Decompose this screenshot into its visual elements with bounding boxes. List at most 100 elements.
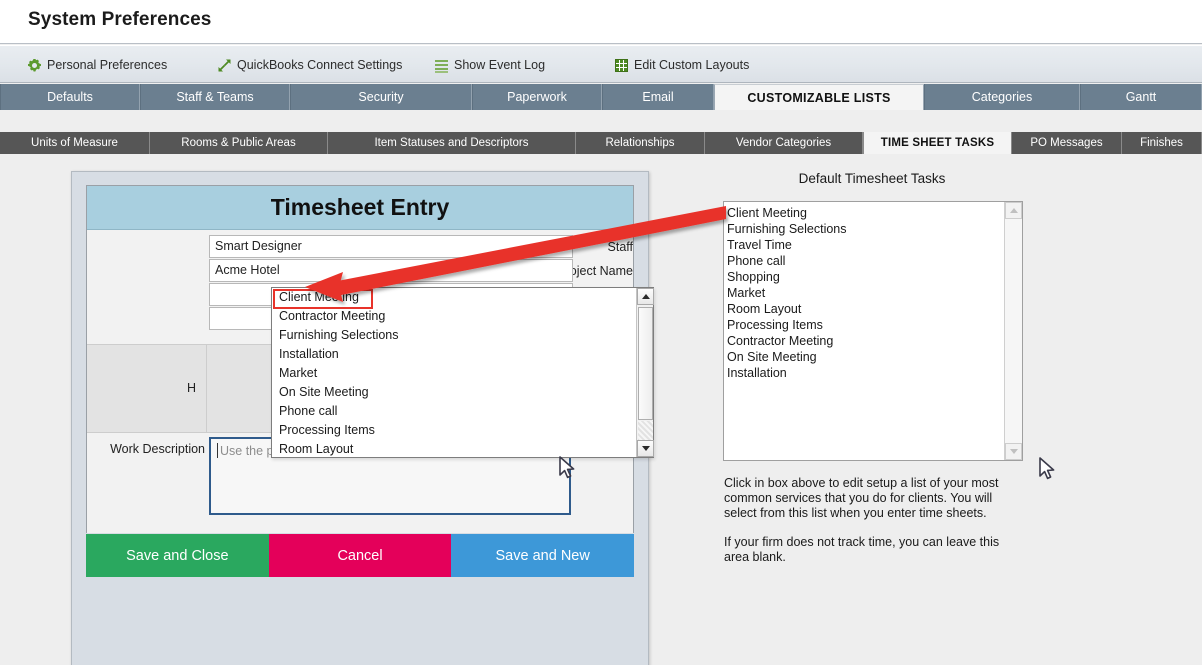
secondary-tab-strip: Units of Measure Rooms & Public Areas It… [0,132,1202,154]
dropdown-option[interactable]: Installation [272,345,636,364]
tab-label: Defaults [47,90,93,104]
page-title: System Preferences [28,9,212,30]
subtab-label: TIME SHEET TASKS [880,137,995,149]
subtab-relationships[interactable]: Relationships [576,132,705,154]
scrollbar-track[interactable] [638,421,653,441]
label-hours: H [187,381,197,395]
toolbar-item-show-event-log[interactable]: Show Event Log [435,54,545,76]
window-title-bar: System Preferences [0,0,1202,44]
tab-label: Gantt [1125,90,1157,104]
list-item[interactable]: Client Meeting [727,205,1004,221]
gear-icon [28,59,41,72]
content-area: Timesheet Entry Staff Smart Designer Pro… [0,154,1202,665]
dialog-title: Timesheet Entry [270,194,450,220]
list-item[interactable]: Contractor Meeting [727,333,1004,349]
list-item[interactable]: Travel Time [727,237,1004,253]
save-and-new-button[interactable]: Save and New [451,534,635,577]
scrollbar-thumb[interactable] [638,307,653,420]
timesheet-entry-dialog: Timesheet Entry Staff Smart Designer Pro… [71,171,654,665]
list-item[interactable]: Installation [727,365,1004,381]
default-tasks-scrollbar[interactable] [1004,202,1022,460]
subtab-label: Vendor Categories [735,137,832,149]
label-work-description: Work Description [110,442,205,456]
toolbar-label: QuickBooks Connect Settings [237,58,403,72]
toolbar-item-edit-custom-layouts[interactable]: Edit Custom Layouts [615,54,749,76]
tab-label: CUSTOMIZABLE LISTS [747,90,891,105]
subtab-units-of-measure[interactable]: Units of Measure [0,132,150,154]
dialog-header: Timesheet Entry [87,186,633,230]
dropdown-option[interactable]: Room Layout [272,440,636,457]
dropdown-options: Client Meeting Contractor Meeting Furnis… [272,288,636,457]
dropdown-option[interactable]: Market [272,364,636,383]
toolbar-item-quickbooks-connect-settings[interactable]: QuickBooks Connect Settings [218,54,402,76]
list-item[interactable]: Room Layout [727,301,1004,317]
subtab-time-sheet-tasks[interactable]: TIME SHEET TASKS [863,132,1012,154]
cancel-button[interactable]: Cancel [268,534,452,577]
list-item[interactable]: Market [727,285,1004,301]
subtab-label: PO Messages [1030,137,1103,149]
tab-staff-and-teams[interactable]: Staff & Teams [140,84,290,110]
tab-label: Security [358,90,404,104]
dropdown-option[interactable]: Processing Items [272,421,636,440]
tab-security[interactable]: Security [290,84,472,110]
scroll-down-icon[interactable] [1005,443,1022,460]
dialog-button-row: Save and Close Cancel Save and New [86,534,635,577]
tab-defaults[interactable]: Defaults [0,84,140,110]
toolbar-label: Show Event Log [454,58,546,72]
tab-label: Paperwork [507,90,567,104]
dropdown-option[interactable]: Furnishing Selections [272,326,636,345]
scroll-down-icon[interactable] [637,440,654,457]
default-tasks-items: Client Meeting Furnishing Selections Tra… [724,202,1004,460]
save-and-close-button[interactable]: Save and Close [86,534,269,577]
help-paragraph-1: Click in box above to edit setup a list … [724,476,999,520]
subtab-vendor-categories[interactable]: Vendor Categories [705,132,863,154]
tab-label: Email [642,90,674,104]
subtab-label: Finishes [1140,137,1183,149]
text-caret [217,443,218,458]
list-item[interactable]: Furnishing Selections [727,221,1004,237]
app-root: System Preferences Personal Preferences … [0,0,1202,665]
toolbar: Personal Preferences QuickBooks Connect … [0,45,1202,83]
subtab-rooms-and-public-areas[interactable]: Rooms & Public Areas [150,132,328,154]
diagonal-arrow-icon [218,58,231,72]
list-item[interactable]: Processing Items [727,317,1004,333]
tab-label: Categories [971,90,1033,104]
tab-gap-band [0,110,1202,132]
subtab-label: Units of Measure [31,137,118,149]
tab-gantt[interactable]: Gantt [1080,84,1202,110]
list-lines-icon [435,59,448,73]
toolbar-item-personal-preferences[interactable]: Personal Preferences [28,54,167,76]
subtab-finishes[interactable]: Finishes [1122,132,1202,154]
panel-help-text: Click in box above to edit setup a list … [724,476,1024,579]
help-paragraph-2: If your firm does not track time, you ca… [724,535,1000,564]
toolbar-label: Edit Custom Layouts [634,58,750,72]
scroll-up-icon[interactable] [1005,202,1022,219]
staff-field[interactable]: Smart Designer [209,235,573,258]
service-dropdown-list[interactable]: Client Meeting Contractor Meeting Furnis… [271,287,654,458]
primary-tab-strip: Defaults Staff & Teams Security Paperwor… [0,84,1202,110]
subtab-po-messages[interactable]: PO Messages [1012,132,1122,154]
scroll-up-icon[interactable] [637,288,654,305]
subtab-item-statuses-and-descriptors[interactable]: Item Statuses and Descriptors [328,132,576,154]
tab-label: Staff & Teams [176,90,254,104]
dropdown-option[interactable]: Client Meeting [272,288,636,307]
subtab-label: Relationships [605,137,675,149]
project-name-field[interactable]: Acme Hotel [209,259,573,282]
default-tasks-listbox[interactable]: Client Meeting Furnishing Selections Tra… [723,201,1023,461]
list-item[interactable]: On Site Meeting [727,349,1004,365]
tab-email[interactable]: Email [602,84,714,110]
dropdown-scrollbar[interactable] [636,288,654,457]
list-item[interactable]: Phone call [727,253,1004,269]
subtab-label: Item Statuses and Descriptors [374,137,529,149]
panel-title: Default Timesheet Tasks [798,171,946,186]
list-item[interactable]: Shopping [727,269,1004,285]
dropdown-option[interactable]: Contractor Meeting [272,307,636,326]
tab-customizable-lists[interactable]: CUSTOMIZABLE LISTS [714,84,924,110]
tab-categories[interactable]: Categories [924,84,1080,110]
dropdown-option[interactable]: Phone call [272,402,636,421]
toolbar-label: Personal Preferences [47,58,168,72]
subtab-label: Rooms & Public Areas [181,137,296,149]
dropdown-option[interactable]: On Site Meeting [272,383,636,402]
tab-paperwork[interactable]: Paperwork [472,84,602,110]
grid-icon [615,58,628,72]
